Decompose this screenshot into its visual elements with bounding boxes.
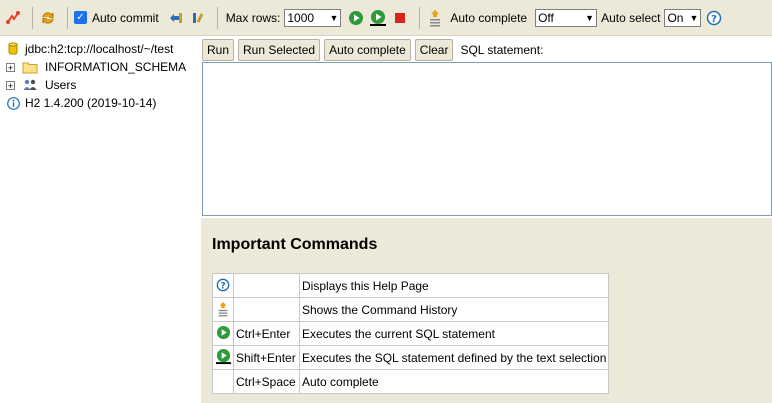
max-rows-label: Max rows: bbox=[225, 10, 281, 25]
refresh-icon[interactable] bbox=[39, 9, 57, 27]
commands-table: ? Displays this Help Page Shows the Comm… bbox=[212, 273, 610, 394]
chevron-down-icon: ▼ bbox=[329, 12, 339, 23]
table-row: Ctrl+Space Auto complete bbox=[212, 369, 610, 394]
tree-item-users[interactable]: + Users bbox=[6, 76, 76, 94]
toolbar-separator bbox=[419, 6, 421, 29]
stop-icon[interactable] bbox=[391, 9, 409, 27]
table-cell-key bbox=[233, 273, 300, 298]
query-toolbar: Run Run Selected Auto complete Clear SQL… bbox=[201, 37, 772, 63]
table-cell-desc: Displays this Help Page bbox=[298, 273, 610, 298]
table-cell-icon bbox=[212, 345, 234, 370]
auto-complete-select[interactable]: Off ▼ bbox=[535, 8, 598, 27]
table-cell-key: Shift+Enter bbox=[233, 345, 300, 370]
rollback-icon[interactable] bbox=[167, 9, 185, 27]
result-panel: Important Commands ? Displays this Help … bbox=[201, 218, 772, 403]
schema-tree: jdbc:h2:tcp://localhost/~/test + INFORMA… bbox=[0, 37, 200, 403]
checkmark-icon: ✓ bbox=[74, 11, 87, 24]
toolbar-separator bbox=[67, 6, 68, 29]
auto-complete-label: Auto complete bbox=[450, 10, 528, 25]
commit-icon[interactable] bbox=[189, 9, 207, 27]
auto-complete-button[interactable]: Auto complete bbox=[324, 39, 411, 61]
toolbar-separator bbox=[32, 6, 33, 29]
version-text: H2 1.4.200 (2019-10-14) bbox=[25, 96, 157, 110]
toolbar: ✓ Auto commit Max rows: 1000 ▼ Auto comp… bbox=[0, 0, 772, 36]
tree-item-label: Users bbox=[45, 78, 77, 92]
folder-icon bbox=[21, 58, 39, 76]
table-row: Shift+Enter Executes the SQL statement d… bbox=[212, 345, 610, 370]
database-icon bbox=[6, 40, 20, 58]
table-cell-icon bbox=[212, 369, 234, 394]
table-cell-desc: Auto complete bbox=[298, 369, 610, 394]
table-cell-key: Ctrl+Space bbox=[233, 369, 300, 394]
table-row: ? Displays this Help Page bbox=[212, 273, 610, 298]
auto-commit-checkbox[interactable]: ✓ Auto commit bbox=[74, 8, 163, 28]
chevron-down-icon: ▼ bbox=[585, 12, 595, 23]
auto-commit-label: Auto commit bbox=[92, 10, 159, 25]
connection-url: jdbc:h2:tcp://localhost/~/test bbox=[25, 42, 174, 56]
toolbar-separator bbox=[216, 6, 218, 29]
table-cell-icon bbox=[212, 321, 234, 346]
expand-icon[interactable]: + bbox=[6, 80, 15, 90]
auto-complete-value: Off bbox=[538, 10, 554, 25]
help-title: Important Commands bbox=[212, 236, 378, 253]
info-icon bbox=[6, 94, 20, 112]
table-row: Ctrl+Enter Executes the current SQL stat… bbox=[212, 321, 610, 346]
table-cell-key: Ctrl+Enter bbox=[233, 321, 300, 346]
help-icon[interactable]: ? bbox=[705, 9, 723, 27]
run-icon[interactable] bbox=[347, 9, 365, 27]
users-icon bbox=[21, 76, 39, 94]
svg-text:?: ? bbox=[220, 282, 225, 292]
help-icon: ? bbox=[214, 276, 232, 294]
table-cell-desc: Shows the Command History bbox=[298, 297, 610, 322]
table-cell-desc: Executes the SQL statement defined by th… bbox=[298, 345, 610, 370]
run-selected-icon bbox=[214, 347, 232, 365]
auto-select-select[interactable]: On ▼ bbox=[664, 8, 702, 27]
run-selected-icon[interactable] bbox=[369, 9, 387, 27]
max-rows-select[interactable]: 1000 ▼ bbox=[284, 8, 342, 27]
sql-statement-label: SQL statement: bbox=[460, 43, 544, 57]
table-cell-icon bbox=[212, 297, 234, 322]
auto-select-label: Auto select bbox=[601, 10, 661, 25]
table-cell-desc: Executes the current SQL statement bbox=[298, 321, 610, 346]
history-icon bbox=[214, 300, 232, 318]
chevron-down-icon: ▼ bbox=[689, 12, 699, 23]
tree-item-label: INFORMATION_SCHEMA bbox=[45, 60, 187, 74]
disconnect-icon[interactable] bbox=[4, 9, 22, 27]
svg-text:?: ? bbox=[712, 14, 718, 25]
auto-select-value: On bbox=[667, 10, 684, 25]
clear-button[interactable]: Clear bbox=[414, 39, 454, 61]
tree-item-information-schema[interactable]: + INFORMATION_SCHEMA bbox=[6, 58, 186, 76]
sql-editor[interactable] bbox=[202, 62, 772, 216]
tree-connection[interactable]: jdbc:h2:tcp://localhost/~/test bbox=[6, 40, 173, 58]
expand-icon[interactable]: + bbox=[6, 62, 15, 72]
run-button[interactable]: Run bbox=[202, 39, 235, 61]
table-cell-icon: ? bbox=[212, 273, 234, 298]
max-rows-value: 1000 bbox=[287, 10, 315, 25]
run-icon bbox=[214, 324, 232, 342]
table-cell-key bbox=[233, 297, 300, 322]
table-row: Shows the Command History bbox=[212, 297, 610, 322]
tree-version: H2 1.4.200 (2019-10-14) bbox=[6, 94, 156, 112]
run-selected-button[interactable]: Run Selected bbox=[238, 39, 321, 61]
history-icon[interactable] bbox=[426, 9, 444, 27]
